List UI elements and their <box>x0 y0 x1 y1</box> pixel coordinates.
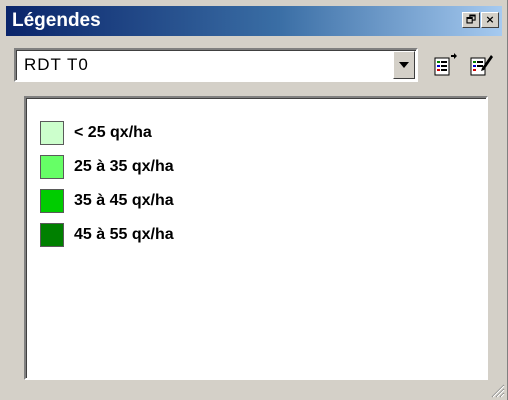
resize-grip-icon[interactable] <box>491 384 505 398</box>
legend-properties-button[interactable] <box>432 52 458 78</box>
chevron-down-icon <box>399 62 409 68</box>
legend-edit-button[interactable] <box>468 52 494 78</box>
legend-label: 45 à 55 qx/ha <box>74 226 174 243</box>
legend-swatch <box>40 155 64 179</box>
legend-panel: < 25 qx/ha 25 à 35 qx/ha 35 à 45 qx/ha 4… <box>24 96 488 380</box>
legend-swatch <box>40 121 64 145</box>
legend-label: < 25 qx/ha <box>74 124 152 141</box>
restore-icon: 🗗 <box>465 13 477 26</box>
legend-swatch <box>40 189 64 213</box>
layer-select-dropdown-button[interactable] <box>393 51 415 79</box>
layer-select[interactable]: RDT T0 <box>14 48 418 82</box>
layer-select-value: RDT T0 <box>24 55 89 74</box>
legend-window: Légendes 🗗 × RDT T0 < 25 qx/ha 25 à 35 q… <box>0 0 508 400</box>
legend-edit-icon <box>470 55 493 76</box>
title-bar[interactable]: Légendes 🗗 × <box>6 6 502 36</box>
legend-properties-icon <box>434 53 457 76</box>
legend-swatch <box>40 223 64 247</box>
legend-label: 35 à 45 qx/ha <box>74 192 174 209</box>
close-button[interactable]: × <box>481 12 499 28</box>
window-title: Légendes <box>12 10 101 31</box>
legend-label: 25 à 35 qx/ha <box>74 158 174 175</box>
close-icon: × <box>485 13 495 26</box>
restore-button[interactable]: 🗗 <box>462 12 480 28</box>
